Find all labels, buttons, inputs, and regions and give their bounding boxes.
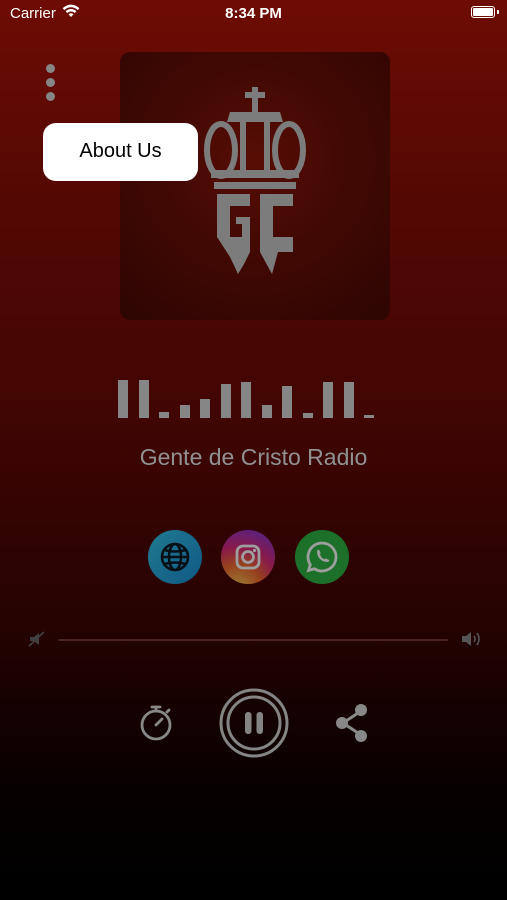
about-us-label: About Us xyxy=(79,140,162,162)
clock: 8:34 PM xyxy=(225,5,282,22)
status-bar: Carrier 8:34 PM xyxy=(0,0,507,28)
battery-icon xyxy=(471,6,499,18)
about-us-menu-item[interactable]: About Us xyxy=(43,123,198,181)
